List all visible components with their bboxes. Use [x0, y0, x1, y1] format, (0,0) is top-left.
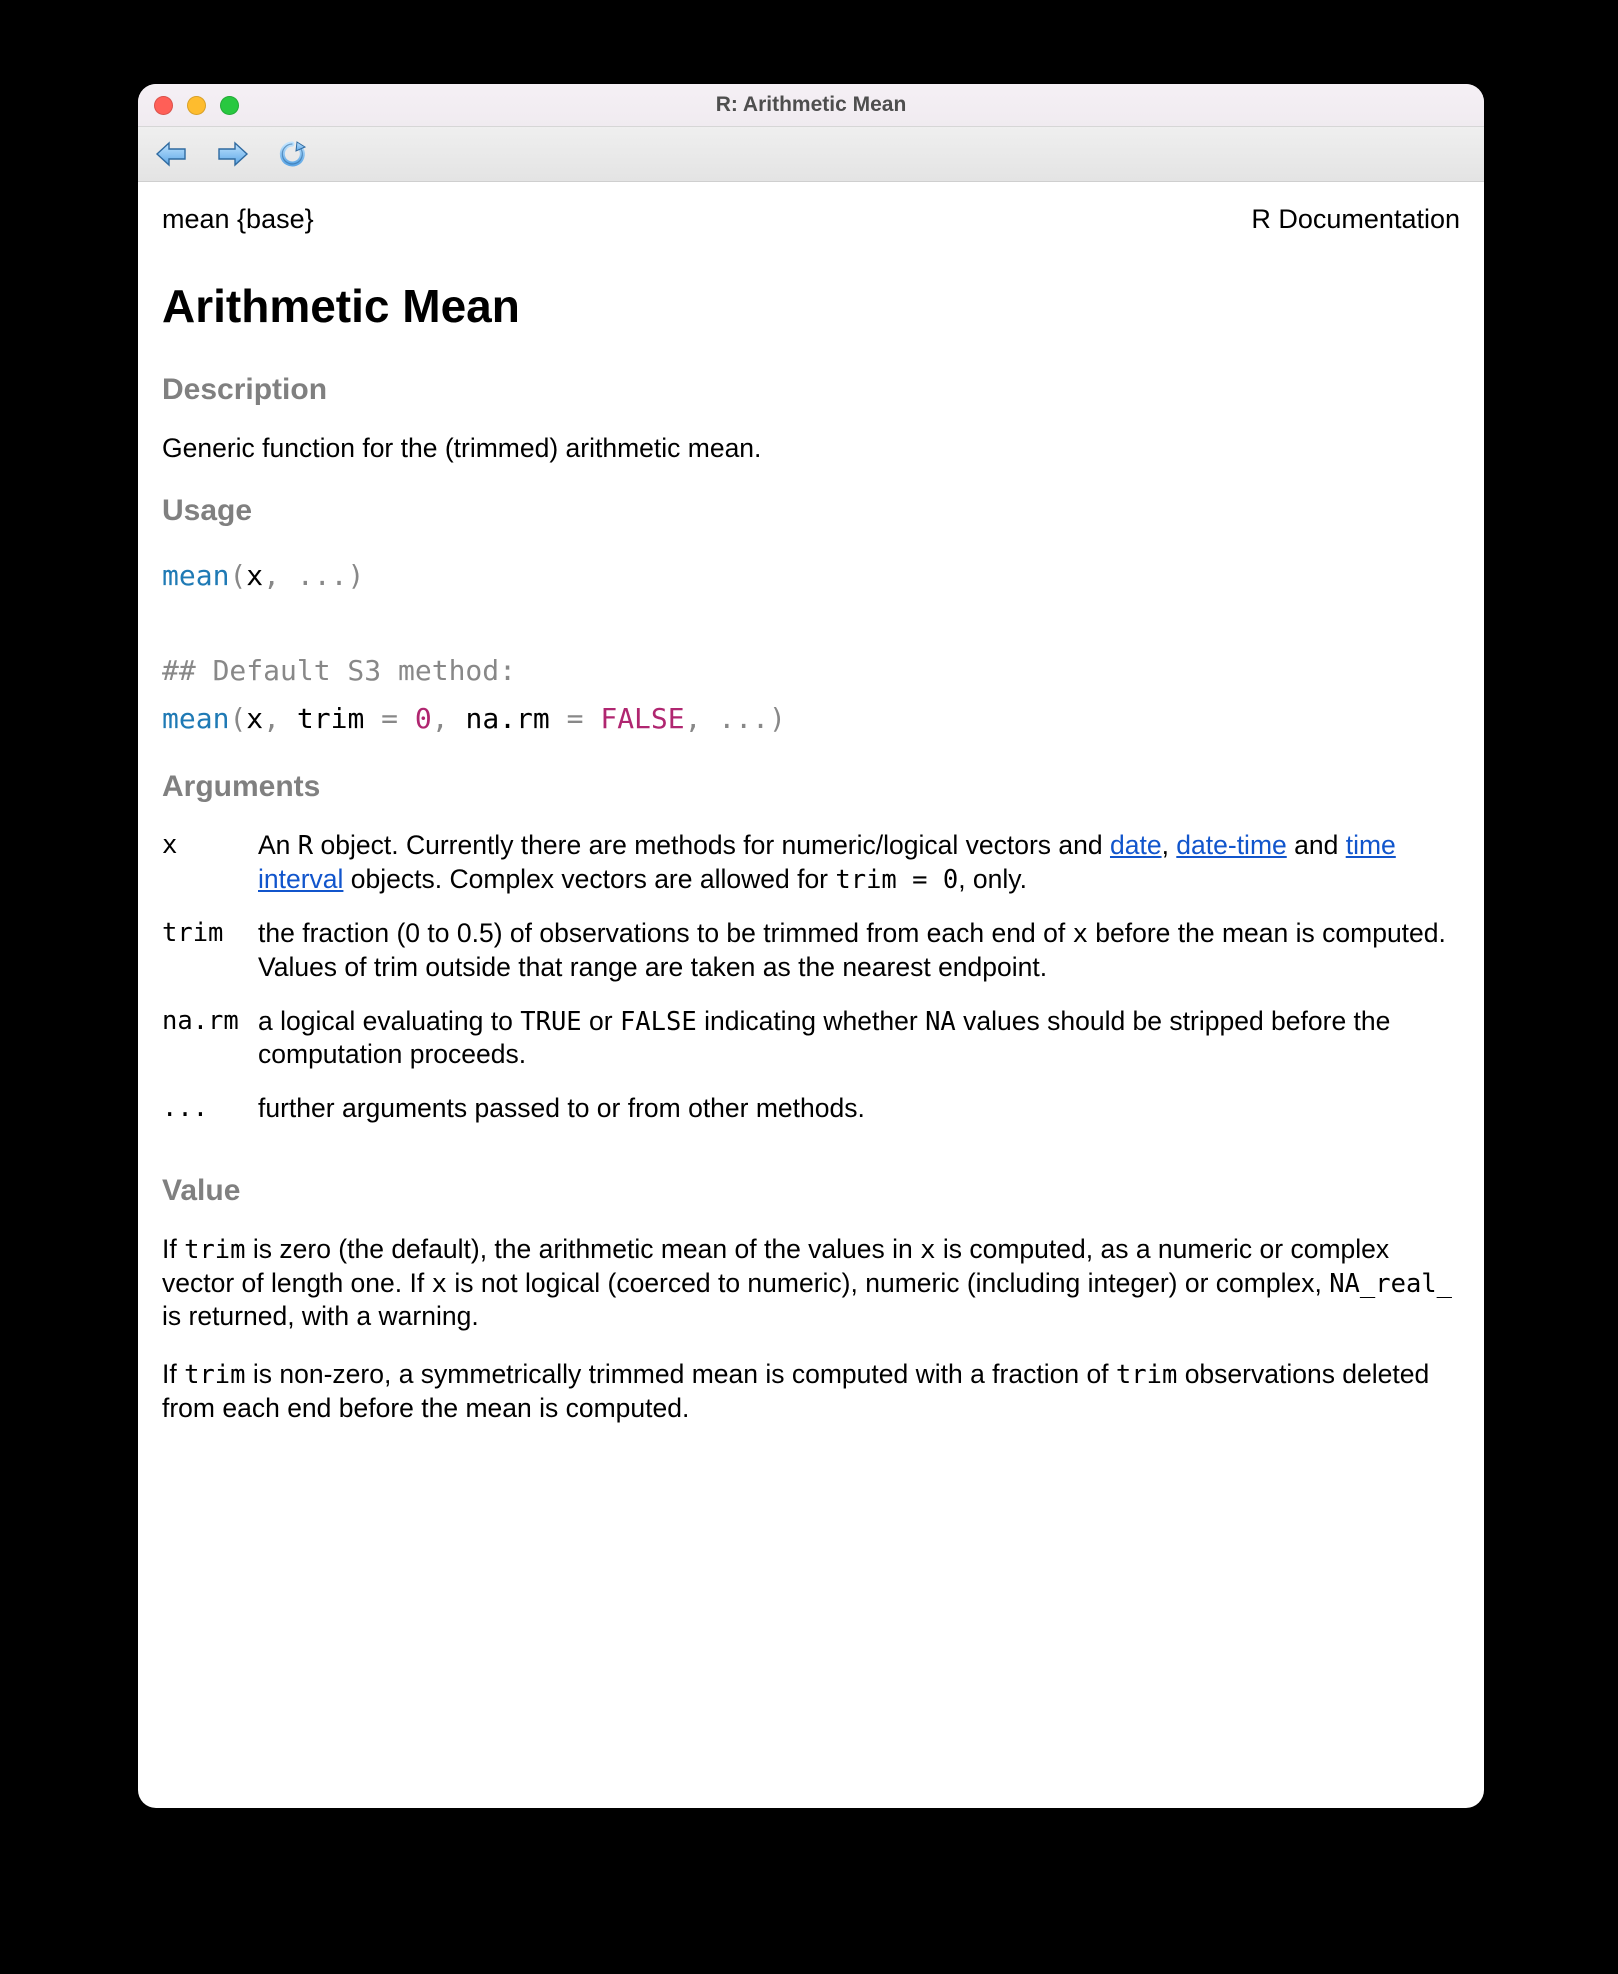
arg-name: ... [162, 1092, 258, 1146]
arg-name: x [162, 829, 258, 917]
arg-row-dots: ... further arguments passed to or from … [162, 1092, 1460, 1146]
back-button[interactable] [152, 136, 192, 172]
link-datetime[interactable]: date-time [1176, 830, 1286, 860]
usage-comment: ## Default S3 method: [162, 654, 516, 687]
titlebar: R: Arithmetic Mean [138, 84, 1484, 127]
arg-row-narm: na.rm a logical evaluating to TRUE or FA… [162, 1005, 1460, 1093]
doc-header: mean {base} R Documentation [162, 202, 1460, 237]
arg-desc: the fraction (0 to 0.5) of observations … [258, 917, 1460, 1005]
arg-row-trim: trim the fraction (0 to 0.5) of observat… [162, 917, 1460, 1005]
arguments-table: x An R object. Currently there are metho… [162, 829, 1460, 1146]
section-description: Description [162, 371, 1460, 409]
arg-desc: An R object. Currently there are methods… [258, 829, 1460, 917]
section-value: Value [162, 1172, 1460, 1210]
value-p1: If trim is zero (the default), the arith… [162, 1233, 1460, 1335]
window-controls [154, 96, 239, 115]
section-arguments: Arguments [162, 768, 1460, 806]
arg-name: na.rm [162, 1005, 258, 1093]
arg-desc: a logical evaluating to TRUE or FALSE in… [258, 1005, 1460, 1093]
reload-icon [277, 140, 307, 168]
minimize-icon[interactable] [187, 96, 206, 115]
zoom-icon[interactable] [220, 96, 239, 115]
help-content: mean {base} R Documentation Arithmetic M… [138, 182, 1484, 1808]
help-window: R: Arithmetic Mean [138, 84, 1484, 1808]
topic-package: mean {base} [162, 202, 314, 237]
toolbar [138, 127, 1484, 182]
arrow-right-icon [215, 141, 249, 167]
page-title: Arithmetic Mean [162, 277, 1460, 336]
reload-button[interactable] [272, 136, 312, 172]
usage-code: mean(x, ...) ## Default S3 method: mean(… [162, 552, 1460, 742]
forward-button[interactable] [212, 136, 252, 172]
fn-name: mean [162, 559, 229, 592]
section-usage: Usage [162, 492, 1460, 530]
arg-name: trim [162, 917, 258, 1005]
doc-type-label: R Documentation [1251, 202, 1460, 237]
value-p2: If trim is non-zero, a symmetrically tri… [162, 1358, 1460, 1426]
description-text: Generic function for the (trimmed) arith… [162, 432, 1460, 466]
arg-row-x: x An R object. Currently there are metho… [162, 829, 1460, 917]
link-date[interactable]: date [1110, 830, 1162, 860]
window-title: R: Arithmetic Mean [138, 93, 1484, 117]
arrow-left-icon [155, 141, 189, 167]
arg-desc: further arguments passed to or from othe… [258, 1092, 1460, 1146]
close-icon[interactable] [154, 96, 173, 115]
